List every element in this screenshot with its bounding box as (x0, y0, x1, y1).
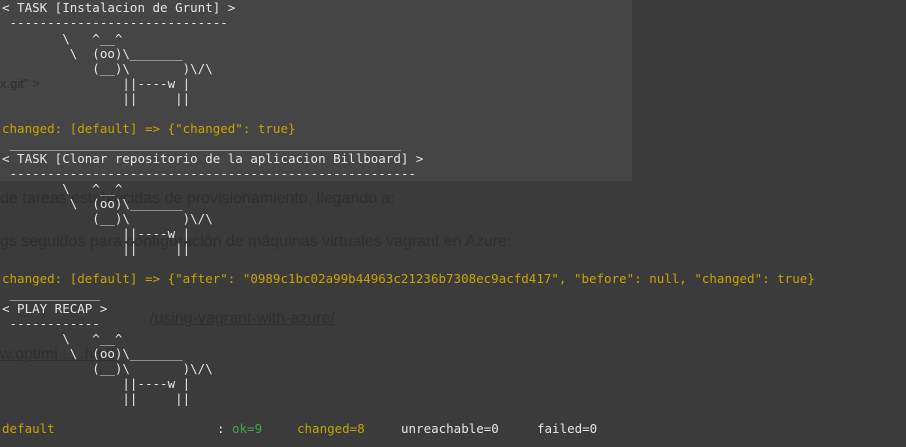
recap-failed-count: failed=0 (537, 421, 598, 436)
recap-changed-count: changed=8 (297, 421, 365, 436)
cowsay-art: ||----w | (2, 376, 191, 391)
task-top-border: ________________________________________… (2, 136, 401, 151)
cowsay-art: || || (2, 391, 191, 406)
cowsay-art: \ (oo)\_______ (2, 46, 183, 61)
task-header: < TASK [Clonar repositorio de la aplicac… (2, 151, 424, 166)
cowsay-art: \ (oo)\_______ (2, 196, 183, 211)
cowsay-art: ||----w | (2, 76, 191, 91)
recap-dashes: ------------ (2, 316, 100, 331)
cowsay-art: \ ^__^ (2, 181, 123, 196)
task-header: < TASK [Instalacion de Grunt] > (2, 0, 236, 15)
task-dashes: ----------------------------------------… (2, 166, 416, 181)
recap-header: < PLAY RECAP > (2, 301, 108, 316)
recap-unreachable-count: unreachable=0 (401, 421, 499, 436)
background-link: /using-vagrant-with-azure/ (150, 310, 335, 327)
cowsay-art: (__)\ )\/\ (2, 361, 213, 376)
recap-colon: : (217, 421, 233, 436)
task-dashes: ----------------------------- (2, 15, 228, 30)
task-result: changed: [default] => {"changed": true} (2, 121, 296, 136)
recap-ok-count: ok=9 (232, 421, 263, 436)
cowsay-art: \ ^__^ (2, 331, 123, 346)
cowsay-art: (__)\ )\/\ (2, 61, 213, 76)
cowsay-art: \ (oo)\_______ (2, 346, 183, 361)
cowsay-art: || || (2, 91, 191, 106)
task-result: changed: [default] => {"after": "0989c1b… (2, 271, 815, 286)
recap-host: default (2, 421, 55, 436)
cowsay-art: || || (2, 241, 191, 256)
cowsay-art: ||----w | (2, 226, 191, 241)
cowsay-art: (__)\ )\/\ (2, 211, 213, 226)
recap-top-border: ____________ (2, 286, 100, 301)
cowsay-art: \ ^__^ (2, 31, 123, 46)
